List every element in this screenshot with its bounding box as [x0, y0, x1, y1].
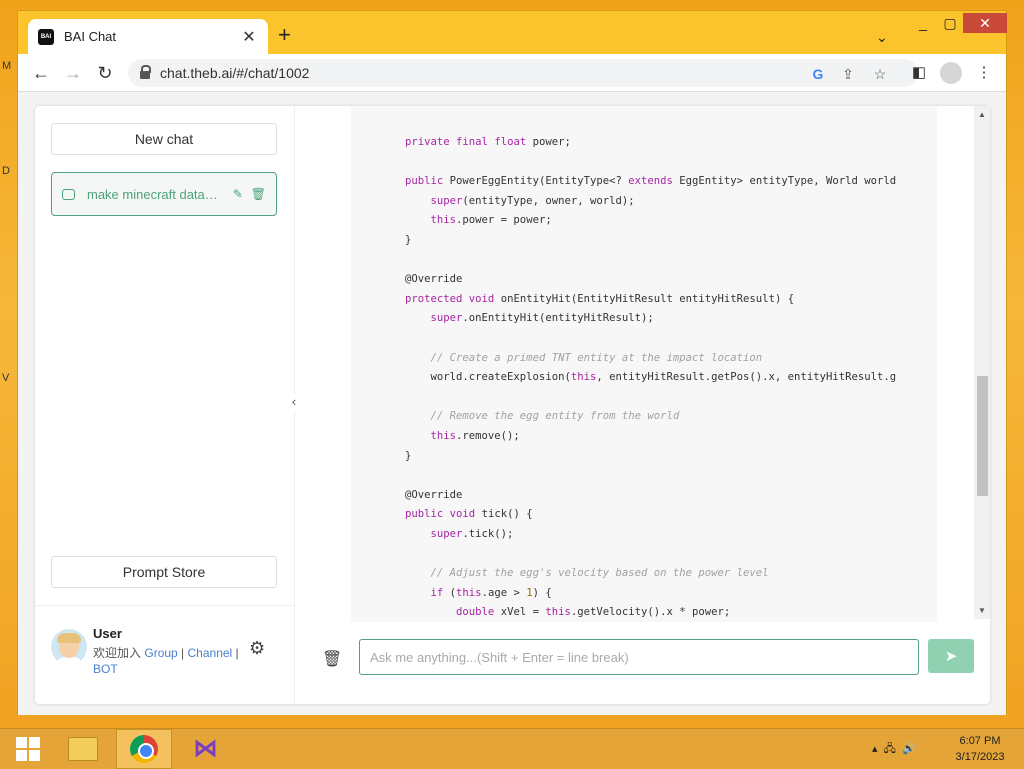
new-tab-button[interactable]: +: [278, 24, 291, 46]
prompt-store-button[interactable]: Prompt Store: [51, 556, 277, 588]
minimize-button[interactable]: _: [911, 13, 935, 33]
user-info: User 欢迎加入 Group | Channel | BOT ⚙: [51, 626, 277, 686]
code-line: public PowerEggEntity(EntityType<? exten…: [405, 175, 897, 188]
start-button[interactable]: [0, 729, 55, 769]
scrollbar-thumb[interactable]: [977, 376, 988, 496]
windows-logo-icon: [15, 737, 40, 761]
desktop-icon-label: M: [2, 60, 12, 72]
delete-icon[interactable]: 🗑: [251, 187, 266, 201]
code-line: if (this.age > 1) {: [430, 586, 552, 599]
address-bar[interactable]: chat.theb.ai/#/chat/1002 G ⇪ ☆: [128, 59, 918, 87]
google-icon[interactable]: G: [808, 64, 828, 84]
sidebar: New chat make minecraft datapack ✎ 🗑 Pro…: [35, 106, 295, 704]
code-line: // Adjust the egg's velocity based on th…: [430, 567, 769, 580]
code-line: double xVel = this.getVelocity().x * pow…: [456, 606, 731, 619]
code-line: // Remove the egg entity from the world: [430, 410, 680, 423]
chat-app: New chat make minecraft datapack ✎ 🗑 Pro…: [35, 106, 990, 704]
chat-content: private final float power; public PowerE…: [295, 106, 990, 636]
send-button[interactable]: ➤: [928, 639, 974, 673]
title-bar: BAI BAI Chat ✕ + ⌄ _ ▢ ✕: [18, 11, 1007, 54]
code-line: }: [405, 233, 412, 246]
scroll-up-arrow-icon[interactable]: ▲: [978, 110, 986, 119]
code-block: private final float power; public PowerE…: [351, 106, 937, 622]
visual-studio-icon: ⋈: [193, 735, 218, 762]
bookmark-star-icon[interactable]: ☆: [870, 64, 890, 84]
chat-list-item[interactable]: make minecraft datapack ✎ 🗑: [51, 172, 277, 216]
system-tray[interactable]: ▴ 🖧 🔊: [872, 740, 916, 759]
url-text: chat.theb.ai/#/chat/1002: [160, 65, 310, 81]
desktop-icon-label: V: [2, 372, 10, 384]
back-arrow-icon[interactable]: ←: [28, 60, 54, 86]
code-line: @Override: [405, 273, 463, 286]
tab-title: BAI Chat: [64, 29, 117, 44]
folder-icon: [67, 737, 98, 761]
code-line: private final float power;: [405, 136, 571, 148]
code-line: super.tick();: [430, 527, 514, 540]
close-window-button[interactable]: ✕: [963, 13, 1007, 33]
bot-link[interactable]: BOT: [93, 662, 118, 676]
taskbar: ⋈ ▴ 🖧 🔊 6:07 PM 3/17/2023: [0, 728, 1024, 769]
browser-tab[interactable]: BAI BAI Chat ✕: [28, 19, 268, 54]
code-line: super.onEntityHit(entityHitResult);: [430, 312, 654, 325]
forward-arrow-icon[interactable]: →: [60, 60, 86, 86]
file-explorer-button[interactable]: [55, 729, 110, 769]
profile-icon[interactable]: [940, 62, 962, 84]
code-line: world.createExplosion(this, entityHitRes…: [405, 371, 897, 384]
code-line: @Override: [405, 488, 463, 501]
code-line: }: [405, 449, 412, 462]
channel-link[interactable]: Channel: [188, 646, 233, 660]
browser-toolbar: ← → ↻ chat.theb.ai/#/chat/1002 G ⇪ ☆ ◧ ⋮: [18, 54, 1006, 92]
clock[interactable]: 6:07 PM 3/17/2023: [950, 733, 1010, 765]
scroll-down-arrow-icon[interactable]: ▼: [978, 606, 986, 615]
user-welcome-text: 欢迎加入 Group | Channel | BOT: [93, 646, 239, 676]
edit-icon[interactable]: ✎: [233, 187, 243, 201]
chat-input[interactable]: [359, 639, 919, 675]
chat-title: make minecraft datapack: [87, 186, 225, 202]
tab-favicon-icon: BAI: [38, 28, 54, 45]
code-text: private final float power; public PowerE…: [351, 133, 896, 622]
code-line: this.power = power;: [430, 214, 552, 227]
side-panel-icon[interactable]: ◧: [908, 62, 930, 84]
clear-chat-trash-icon[interactable]: 🗑: [322, 649, 342, 669]
new-chat-button[interactable]: New chat: [51, 123, 277, 155]
code-line: // Create a primed TNT entity at the imp…: [430, 351, 763, 364]
clock-date: 3/17/2023: [955, 751, 1005, 763]
share-icon[interactable]: ⇪: [838, 64, 858, 84]
maximize-button[interactable]: ▢: [938, 13, 962, 33]
code-line: public void tick() {: [405, 508, 533, 521]
lock-icon: [140, 65, 151, 79]
chat-bubble-icon: [62, 188, 75, 200]
tab-search-icon[interactable]: ⌄: [876, 29, 888, 46]
welcome-label: 欢迎加入: [93, 646, 142, 660]
group-link[interactable]: Group: [144, 646, 177, 660]
settings-gear-icon[interactable]: ⚙: [249, 638, 265, 659]
clock-time: 6:07 PM: [959, 735, 1001, 747]
divider: [35, 605, 294, 606]
scrollbar[interactable]: ▲ ▼: [974, 106, 990, 619]
chrome-icon: [130, 735, 158, 763]
visual-studio-button[interactable]: ⋈: [178, 729, 233, 769]
user-name: User: [93, 626, 122, 641]
avatar: [51, 629, 87, 665]
input-bar: 🗑 ➤: [295, 636, 990, 704]
menu-kebab-icon[interactable]: ⋮: [973, 62, 995, 84]
code-line: super(entityType, owner, world);: [430, 194, 635, 207]
desktop-icon-label: D: [2, 165, 10, 177]
code-line: this.remove();: [430, 429, 520, 442]
chrome-taskbar-button[interactable]: [116, 729, 172, 769]
browser-window: BAI BAI Chat ✕ + ⌄ _ ▢ ✕ ← → ↻ chat.theb…: [17, 10, 1007, 715]
page-viewport: New chat make minecraft datapack ✎ 🗑 Pro…: [18, 92, 1006, 715]
reload-icon[interactable]: ↻: [92, 60, 118, 86]
code-line: protected void onEntityHit(EntityHitResu…: [405, 292, 795, 305]
tab-close-icon[interactable]: ✕: [240, 27, 258, 47]
